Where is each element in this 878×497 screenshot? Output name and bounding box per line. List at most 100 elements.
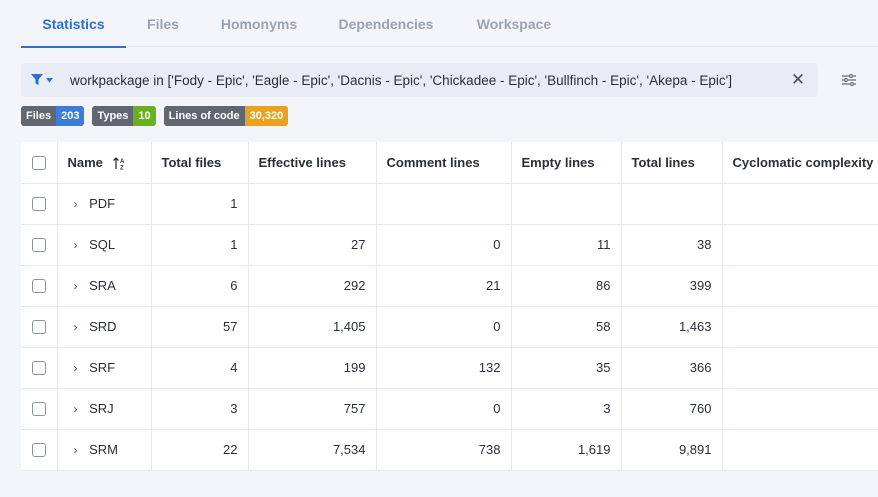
name-cell: › SRA xyxy=(57,265,152,307)
select-all-cell xyxy=(21,142,58,184)
table-settings-button[interactable] xyxy=(838,70,860,90)
chevron-right-icon[interactable]: › xyxy=(74,279,86,293)
effective-lines-cell: 292 xyxy=(248,265,377,307)
total-lines-cell: 9,891 xyxy=(621,429,723,471)
comment-lines-cell xyxy=(376,183,512,225)
total-files-cell: 22 xyxy=(151,429,249,471)
sort-az-icon[interactable]: A Z xyxy=(112,156,127,171)
row-checkbox[interactable] xyxy=(31,197,46,212)
column-header-total-files[interactable]: Total files xyxy=(151,142,249,184)
chevron-right-icon[interactable]: › xyxy=(74,197,86,211)
row-select-cell xyxy=(21,388,58,430)
effective-lines-cell: 199 xyxy=(248,347,377,389)
total-lines-cell: 760 xyxy=(621,388,723,430)
name-cell: › SRD xyxy=(57,306,152,348)
total-lines-cell xyxy=(621,183,723,225)
row-name: SRF xyxy=(89,360,116,375)
cyclomatic-complexity-cell xyxy=(722,306,878,348)
statistics-table: Name A Z Total files Effective lines Com… xyxy=(21,142,878,471)
filter-bar: workpackage in ['Fody - Epic', 'Eagle - … xyxy=(21,63,818,97)
column-header-empty-lines[interactable]: Empty lines xyxy=(511,142,622,184)
row-name: SRA xyxy=(89,278,116,293)
chevron-right-icon[interactable]: › xyxy=(74,238,86,252)
column-header-total-lines[interactable]: Total lines xyxy=(621,142,723,184)
column-header-comment-lines[interactable]: Comment lines xyxy=(376,142,512,184)
row-name: PDF xyxy=(89,196,116,211)
column-header-cyclomatic-complexity[interactable]: Cyclomatic complexity xyxy=(722,142,878,184)
comment-lines-cell: 132 xyxy=(376,347,512,389)
total-files-cell: 3 xyxy=(151,388,249,430)
table-row[interactable]: › SRM 22 7,534 738 1,619 9,891 xyxy=(21,429,878,471)
comment-lines-cell: 0 xyxy=(376,224,512,266)
tab-statistics[interactable]: Statistics xyxy=(21,0,126,48)
comment-lines-cell: 0 xyxy=(376,306,512,348)
empty-lines-cell: 11 xyxy=(511,224,622,266)
table-row[interactable]: › SRD 57 1,405 0 58 1,463 xyxy=(21,306,878,348)
badge-value: 30,320 xyxy=(244,106,289,126)
row-checkbox[interactable] xyxy=(31,279,46,294)
clear-filter-button[interactable]: ✕ xyxy=(778,63,818,97)
filter-query-text[interactable]: workpackage in ['Fody - Epic', 'Eagle - … xyxy=(63,73,778,88)
row-name: SQL xyxy=(89,237,116,252)
files-count-badge: Files 203 xyxy=(21,106,85,126)
empty-lines-cell: 3 xyxy=(511,388,622,430)
column-header-label: Name xyxy=(67,154,103,170)
types-count-badge: Types 10 xyxy=(92,106,156,126)
select-all-checkbox[interactable] xyxy=(31,156,46,171)
table-row[interactable]: › SRJ 3 757 0 3 760 xyxy=(21,388,878,430)
cyclomatic-complexity-cell xyxy=(722,388,878,430)
row-checkbox[interactable] xyxy=(31,238,46,253)
row-checkbox[interactable] xyxy=(31,402,46,417)
name-cell: › SRF xyxy=(57,347,152,389)
chevron-right-icon[interactable]: › xyxy=(74,402,86,416)
row-checkbox[interactable] xyxy=(31,320,46,335)
effective-lines-cell: 757 xyxy=(248,388,377,430)
tab-workspace[interactable]: Workspace xyxy=(464,0,564,47)
lines-of-code-badge: Lines of code 30,320 xyxy=(163,106,289,126)
row-select-cell xyxy=(21,429,58,471)
effective-lines-cell: 7,534 xyxy=(248,429,377,471)
tab-dependencies[interactable]: Dependencies xyxy=(325,0,447,47)
cyclomatic-complexity-cell xyxy=(722,347,878,389)
effective-lines-cell: 1,405 xyxy=(248,306,377,348)
total-lines-cell: 1,463 xyxy=(621,306,723,348)
tab-bar: Statistics Files Homonyms Dependencies W… xyxy=(21,0,878,48)
table-row[interactable]: › SRF 4 199 132 35 366 xyxy=(21,347,878,389)
filter-dropdown-button[interactable] xyxy=(21,63,63,97)
table-row[interactable]: › PDF 1 xyxy=(21,183,878,225)
chevron-right-icon[interactable]: › xyxy=(74,320,86,334)
comment-lines-cell: 738 xyxy=(376,429,512,471)
effective-lines-cell xyxy=(248,183,377,225)
svg-text:A: A xyxy=(120,159,125,165)
badge-value: 203 xyxy=(56,106,85,126)
cyclomatic-complexity-cell xyxy=(722,429,878,471)
badge-label: Types xyxy=(92,106,134,126)
column-header-effective-lines[interactable]: Effective lines xyxy=(248,142,377,184)
row-select-cell xyxy=(21,306,58,348)
row-checkbox[interactable] xyxy=(31,443,46,458)
summary-badges: Files 203 Types 10 Lines of code 30,320 xyxy=(21,106,289,126)
cyclomatic-complexity-cell xyxy=(722,265,878,307)
chevron-right-icon[interactable]: › xyxy=(74,361,86,375)
tab-files[interactable]: Files xyxy=(130,0,196,47)
cyclomatic-complexity-cell xyxy=(722,224,878,266)
table-row[interactable]: › SQL 1 27 0 11 38 xyxy=(21,224,878,266)
total-lines-cell: 38 xyxy=(621,224,723,266)
table-row[interactable]: › SRA 6 292 21 86 399 xyxy=(21,265,878,307)
row-select-cell xyxy=(21,265,58,307)
total-files-cell: 6 xyxy=(151,265,249,307)
row-select-cell xyxy=(21,347,58,389)
empty-lines-cell: 35 xyxy=(511,347,622,389)
svg-text:Z: Z xyxy=(120,165,124,170)
empty-lines-cell xyxy=(511,183,622,225)
tab-homonyms[interactable]: Homonyms xyxy=(208,0,310,47)
column-header-name[interactable]: Name A Z xyxy=(57,142,152,184)
cyclomatic-complexity-cell xyxy=(722,183,878,225)
row-checkbox[interactable] xyxy=(31,361,46,376)
chevron-right-icon[interactable]: › xyxy=(74,443,86,457)
row-name: SRM xyxy=(89,442,119,457)
sliders-icon xyxy=(842,74,856,86)
row-select-cell xyxy=(21,224,58,266)
comment-lines-cell: 21 xyxy=(376,265,512,307)
effective-lines-cell: 27 xyxy=(248,224,377,266)
